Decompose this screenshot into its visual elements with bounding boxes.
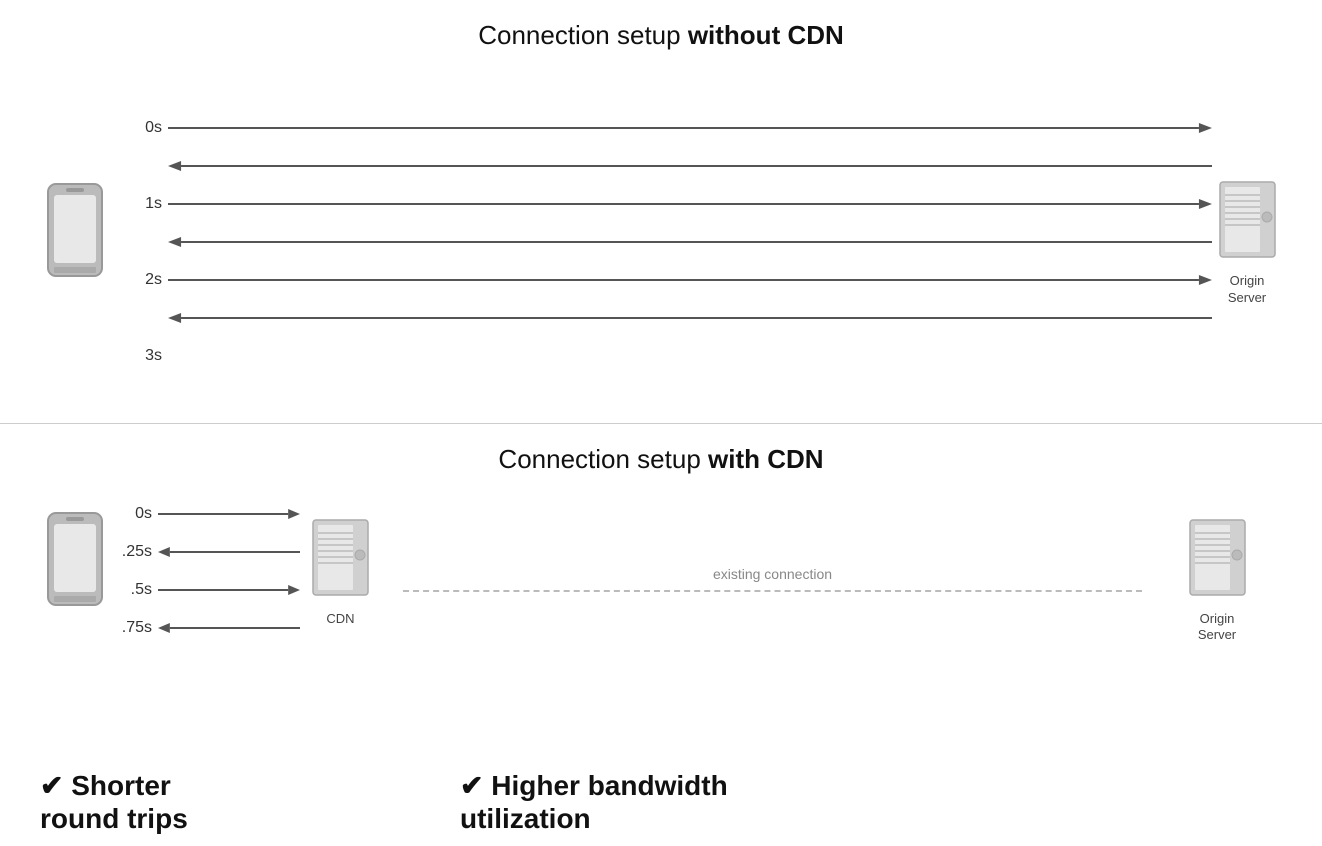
bottom-time-0s: 0s bbox=[120, 505, 158, 523]
phone-icon-top bbox=[40, 179, 110, 304]
bottom-time-5s: .5s bbox=[120, 581, 158, 599]
phone-cdn-group: 0s .25s bbox=[40, 495, 373, 647]
top-title-bold: without CDN bbox=[688, 20, 844, 50]
phone-icon-bottom bbox=[40, 508, 110, 633]
arrow-left-2 bbox=[168, 299, 1212, 337]
origin-server-bottom: OriginServer bbox=[1182, 515, 1252, 645]
arrow-right-1 bbox=[168, 185, 1212, 223]
bottom-title-bold: with CDN bbox=[708, 444, 824, 474]
benefit-area: ✔ Shorterround trips ✔ Higher bandwidthu… bbox=[40, 759, 1282, 836]
origin-server-top: OriginServer bbox=[1212, 177, 1282, 307]
benefit-shorter-text: ✔ Shorterround trips bbox=[40, 769, 460, 836]
origin-server-label-top: OriginServer bbox=[1228, 273, 1266, 307]
bottom-arrow-right-1 bbox=[158, 571, 300, 609]
cdn-server: CDN bbox=[308, 515, 373, 626]
time-0s: 0s bbox=[130, 119, 168, 137]
arrow-left-1 bbox=[168, 223, 1212, 261]
existing-conn-group: existing connection bbox=[373, 495, 1282, 645]
time-1s: 1s bbox=[130, 195, 168, 213]
arrow-row-0: 0s bbox=[130, 109, 1212, 147]
benefit-bandwidth: ✔ Higher bandwidthutilization bbox=[460, 769, 1282, 836]
existing-conn-row: existing connection bbox=[403, 495, 1252, 645]
arrow-row-1: 1s bbox=[130, 185, 1212, 223]
arrow-row-2: 2s bbox=[130, 261, 1212, 299]
cdn-label: CDN bbox=[326, 611, 354, 626]
bottom-title-normal: Connection setup bbox=[498, 444, 708, 474]
dotted-conn: existing connection bbox=[403, 566, 1182, 592]
bottom-arrow-left-1 bbox=[158, 609, 300, 647]
bottom-arrow-row-1: .5s bbox=[120, 571, 300, 609]
bottom-short-arrows: 0s .25s bbox=[120, 495, 300, 647]
time-2s: 2s bbox=[130, 271, 168, 289]
bottom-diagram: 0s .25s bbox=[40, 495, 1282, 759]
top-section: Connection setup without CDN 0s bbox=[0, 0, 1322, 424]
arrow-row-3: 3s bbox=[130, 337, 1212, 375]
existing-label: existing connection bbox=[713, 566, 832, 582]
bottom-title: Connection setup with CDN bbox=[498, 444, 823, 475]
bottom-arrow-left-0 bbox=[158, 533, 300, 571]
arrow-none-3 bbox=[168, 337, 1212, 375]
bottom-section: Connection setup with CDN 0s bbox=[0, 424, 1322, 846]
arrow-row-return-2 bbox=[130, 299, 1212, 337]
top-title-normal: Connection setup bbox=[478, 20, 688, 50]
arrow-right-2 bbox=[168, 261, 1212, 299]
time-3s: 3s bbox=[130, 347, 168, 365]
arrow-left-0 bbox=[168, 147, 1212, 185]
bottom-arrow-row-return-0: .25s bbox=[120, 533, 300, 571]
bottom-arrow-row-0: 0s bbox=[120, 495, 300, 533]
arrow-row-return-0 bbox=[130, 147, 1212, 185]
top-arrows: 0s 1s bbox=[130, 109, 1212, 375]
benefit-shorter: ✔ Shorterround trips bbox=[40, 769, 460, 836]
bottom-arrow-row-return-1: .75s bbox=[120, 609, 300, 647]
bottom-time-75s: .75s bbox=[120, 619, 158, 637]
benefit-bandwidth-text: ✔ Higher bandwidthutilization bbox=[460, 769, 1282, 836]
arrow-row-return-1 bbox=[130, 223, 1212, 261]
bottom-arrow-right-0 bbox=[158, 495, 300, 533]
top-title: Connection setup without CDN bbox=[478, 20, 844, 51]
top-diagram: 0s 1s bbox=[40, 71, 1282, 413]
bottom-time-25s: .25s bbox=[120, 543, 158, 561]
origin-server-label-bottom: OriginServer bbox=[1198, 611, 1236, 645]
dotted-line bbox=[403, 590, 1142, 592]
arrow-right-0 bbox=[168, 109, 1212, 147]
